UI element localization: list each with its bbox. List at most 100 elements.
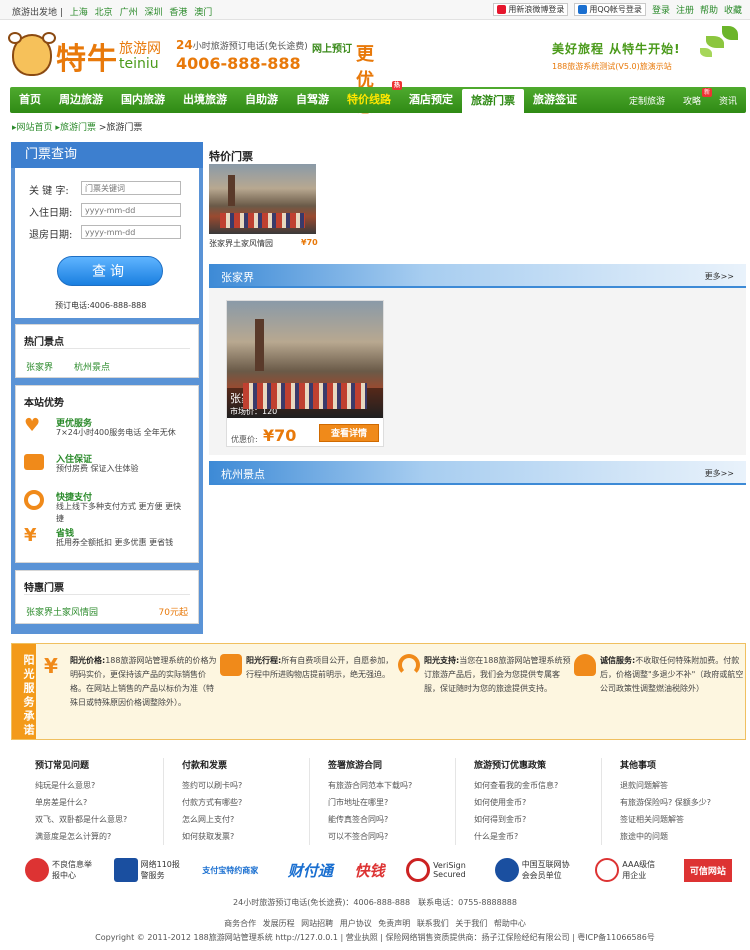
faq-link[interactable]: 能传真签合同吗? xyxy=(328,811,449,828)
city-link[interactable]: 深圳 xyxy=(144,8,162,18)
register-link[interactable]: 注册 xyxy=(676,3,694,16)
special-ticket-price: 70元起 xyxy=(158,608,188,618)
qq-login-button[interactable]: 用QQ帐号登录 xyxy=(574,3,646,16)
breadcrumb-home[interactable]: 网站首页 xyxy=(17,123,53,133)
faq-link[interactable]: 单房差是什么? xyxy=(35,794,157,811)
search-button[interactable]: 查询 xyxy=(57,256,163,286)
city-link[interactable]: 香港 xyxy=(169,8,187,18)
nav-self-guided[interactable]: 自助游 xyxy=(236,87,287,113)
site-logo[interactable]: 特牛 旅游网 teiniu xyxy=(8,32,182,82)
footer-link[interactable]: 帮助中心 xyxy=(494,919,526,928)
ticket-card-photo[interactable]: 张家界土家风情园 市场价：120 xyxy=(227,301,383,418)
footer-link[interactable]: 发展历程 xyxy=(263,919,295,928)
footer-link[interactable]: 联系我们 xyxy=(417,919,449,928)
badge-99bill[interactable]: 快钱 xyxy=(354,860,384,881)
footer-link[interactable]: 免责声明 xyxy=(378,919,410,928)
brand-name: 特牛 xyxy=(56,42,118,77)
trust-badges: 不良信息举报中心 网络110报警服务 支付宝特约商家 财付通 快钱 VeriSi… xyxy=(11,850,746,890)
footer-link[interactable]: 关于我们 xyxy=(455,919,487,928)
special-tickets-panel: 特惠门票 张家界土家风情园 70元起 xyxy=(15,570,199,624)
faq-link[interactable]: 付款方式有哪些? xyxy=(182,794,303,811)
checkout-label: 退房日期: xyxy=(29,230,73,241)
badge-label: 支付宝特约商家 xyxy=(202,865,259,875)
login-link[interactable]: 登录 xyxy=(652,3,670,16)
nav-domestic[interactable]: 国内旅游 xyxy=(112,87,174,113)
footer-link[interactable]: 商务合作 xyxy=(224,919,256,928)
faq-link[interactable]: 退款问题解答 xyxy=(620,777,741,794)
faq-link[interactable]: 签证相关问题解答 xyxy=(620,811,741,828)
nav-visa[interactable]: 旅游签证 xyxy=(524,87,586,113)
checkin-date-input[interactable] xyxy=(81,203,181,217)
checkout-date-input[interactable] xyxy=(81,225,181,239)
hotline-label: 小时旅游预订电话(免长途费) xyxy=(192,42,308,52)
nav-guides[interactable]: 攻略新 xyxy=(674,87,712,107)
weibo-login-button[interactable]: 用新浪微博登录 xyxy=(493,3,569,16)
badge-trusted-site[interactable]: 可信网站 xyxy=(683,858,732,882)
faq-link[interactable]: 如何使用金币? xyxy=(474,794,595,811)
yen-icon: ¥ xyxy=(44,654,58,678)
nav-self-drive[interactable]: 自驾游 xyxy=(287,87,338,113)
nav-outbound[interactable]: 出境旅游 xyxy=(174,87,236,113)
featured-title: 特价门票 xyxy=(209,150,253,163)
badge-police-110[interactable]: 网络110报警服务 xyxy=(113,858,181,882)
nav-nearby[interactable]: 周边旅游 xyxy=(50,87,112,113)
nav-tickets[interactable]: 旅游门票 xyxy=(462,89,524,113)
favorite-link[interactable]: 收藏 xyxy=(724,3,742,16)
more-link[interactable]: 更多>> xyxy=(705,271,734,282)
faq-link[interactable]: 双飞、双卧都是什么意思? xyxy=(35,811,157,828)
faq-link[interactable]: 满意度是怎么计算的? xyxy=(35,828,157,845)
keyword-label: 关 键 字: xyxy=(29,186,69,197)
faq-link[interactable]: 有旅游保险吗? 保额多少? xyxy=(620,794,741,811)
faq-link[interactable]: 怎么网上支付? xyxy=(182,811,303,828)
city-link[interactable]: 上海 xyxy=(70,8,88,18)
badge-report-center[interactable]: 不良信息举报中心 xyxy=(25,858,92,882)
city-link[interactable]: 澳门 xyxy=(194,8,212,18)
special-ticket-link[interactable]: 张家界土家风情园 xyxy=(26,605,98,618)
badge-alipay[interactable]: 支付宝特约商家 xyxy=(202,865,266,876)
help-link[interactable]: 帮助 xyxy=(700,3,718,16)
badge-isc-member[interactable]: 中国互联网协会会员单位 xyxy=(494,858,574,882)
badge-verisign[interactable]: VeriSign Secured xyxy=(406,858,473,882)
promise-side-label: 阳光服务承诺 xyxy=(12,644,36,739)
hot-spot-link[interactable]: 杭州景点 xyxy=(74,360,110,373)
advantage-desc: 线上线下多种支付方式 更方便 更快捷 xyxy=(56,502,182,523)
faq-link[interactable]: 如何获取发票? xyxy=(182,828,303,845)
faq-link[interactable]: 可以不签合同吗? xyxy=(328,828,449,845)
more-link[interactable]: 更多>> xyxy=(705,468,734,479)
faq-link[interactable]: 门市地址在哪里? xyxy=(328,794,449,811)
footer-hotline: 24小时旅游预订电话(免长途费)：4006-888-888 联系电话：0755-… xyxy=(233,898,517,907)
nav-special-routes[interactable]: 特价线路热 xyxy=(338,81,402,113)
faq-link[interactable]: 纯玩是什么意思? xyxy=(35,777,157,794)
faq-link[interactable]: 签约可以刷卡吗? xyxy=(182,777,303,794)
badge-aaa-credit[interactable]: AAA级信用企业 xyxy=(595,858,662,882)
faq-column: 预订常见问题 纯玩是什么意思? 单房差是什么? 双飞、双卧都是什么意思? 满意度… xyxy=(17,758,157,845)
badge-tenpay[interactable]: 财付通 xyxy=(288,860,333,881)
hotline-block: 24小时旅游预订电话(免长途费) 4006-888-888 xyxy=(176,38,308,73)
promo-text: 网上预订 xyxy=(312,44,352,55)
footer-link[interactable]: 网站招聘 xyxy=(301,919,333,928)
slogan-subtext: 188旅游系统测试(V5.0)旅演示站 xyxy=(552,62,672,71)
faq-link[interactable]: 如何查看我的金币信息? xyxy=(474,777,595,794)
footer-link[interactable]: 用户协议 xyxy=(340,919,372,928)
nav-custom-tour[interactable]: 定制旅游 xyxy=(620,94,674,107)
view-details-button[interactable]: 查看详情 xyxy=(319,424,379,442)
featured-ticket-photo[interactable] xyxy=(209,164,316,234)
nav-news[interactable]: 资讯 xyxy=(710,94,746,107)
nav-hotel[interactable]: 酒店预定 xyxy=(400,87,462,113)
keyword-input[interactable] xyxy=(81,181,181,195)
faq-link[interactable]: 如何得到金币? xyxy=(474,811,595,828)
featured-ticket-name[interactable]: 张家界土家风情园 xyxy=(209,238,273,249)
ticket-card-price: ¥70 xyxy=(263,426,297,445)
city-link[interactable]: 广州 xyxy=(120,8,138,18)
city-link[interactable]: 北京 xyxy=(95,8,113,18)
police-icon xyxy=(113,858,138,882)
faq-link[interactable]: 旅途中的问题 xyxy=(620,828,741,845)
nav-home[interactable]: 首页 xyxy=(10,87,50,113)
hot-spot-link[interactable]: 张家界 xyxy=(26,360,53,373)
faq-link[interactable]: 有旅游合同范本下载吗? xyxy=(328,777,449,794)
top-bar: 旅游出发地 | 上海 北京 广州 深圳 香港 澳门 用新浪微博登录 用QQ帐号登… xyxy=(0,0,750,20)
breadcrumb-section[interactable]: 旅游门票 xyxy=(60,123,96,133)
faq-link[interactable]: 什么是金币? xyxy=(474,828,595,845)
faq-column: 其他事项 退款问题解答 有旅游保险吗? 保额多少? 签证相关问题解答 旅途中的问… xyxy=(601,758,741,845)
promise-heading: 阳光行程: xyxy=(246,656,282,665)
